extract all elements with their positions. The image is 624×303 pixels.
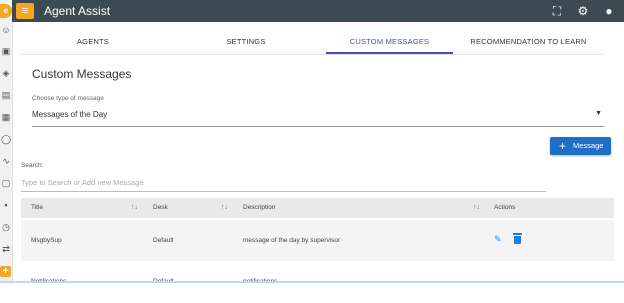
translate-icon[interactable]: ⇄ [1,244,11,254]
top-bar: ≡ Agent Assist ⛶ ⚙ ● [12,0,624,22]
paint-bucket-icon[interactable]: ◈ [1,68,11,78]
add-message-button[interactable]: + Message [550,137,611,155]
app-title: Agent Assist [44,4,111,18]
fullscreen-icon[interactable]: ⛶ [549,3,565,19]
sort-icon[interactable]: ↑↓ [473,198,480,218]
edit-pencil-icon[interactable]: ✎ [494,234,504,244]
tab-agents[interactable]: AGENTS [20,30,166,54]
tab-bar: AGENTS SETTINGS CUSTOM MESSAGES RECOMMEN… [20,30,604,55]
gear-icon[interactable]: ⚙ [575,3,591,19]
column-header-title[interactable]: Title [31,198,43,218]
add-message-button-label: Message [573,141,604,150]
row-desk: Default [153,237,174,244]
dropdown-caret-icon: ▼ [595,110,602,117]
app-logo-icon: e [0,4,12,18]
message-type-select[interactable]: Messages of the Day ▼ [32,107,604,127]
plus-icon: + [559,139,567,153]
sort-icon[interactable]: ↑↓ [131,198,138,218]
tab-recommendation-to-learn[interactable]: RECOMMENDATION TO LEARN [453,30,604,54]
hamburger-menu-icon[interactable]: ≡ [16,3,34,19]
clock-icon[interactable]: ◷ [1,222,11,232]
calendar-icon[interactable]: ▦ [1,112,11,122]
page-title: Custom Messages [32,67,132,81]
column-header-desk[interactable]: Desk [153,198,168,218]
chat-icon[interactable]: ▤ [1,90,11,100]
sort-icon[interactable]: ↑↓ [221,198,228,218]
activity-icon[interactable]: ∿ [1,156,11,166]
smiley-icon[interactable]: ☺ [1,25,11,35]
left-sidebar: e ☺ ▣ ◈ ▤ ▦ ◯ ∿ ▢ ▪ ◷ ⇄ + [0,0,13,283]
row-title: MsgbySup [31,237,62,244]
account-icon[interactable]: ● [601,3,617,19]
search-input[interactable] [21,174,546,192]
column-header-actions: Actions [494,204,516,211]
clipboard-icon[interactable]: ▢ [1,178,11,188]
grid-icon[interactable]: ▪ [1,200,11,210]
tab-custom-messages[interactable]: CUSTOM MESSAGES [326,30,453,54]
table-row[interactable]: MsgbySup Default message of the day by s… [21,220,614,261]
search-label: Search: [21,162,44,169]
message-type-value: Messages of the Day [32,110,108,119]
add-icon[interactable]: + [0,266,11,277]
message-type-label: Choose type of message [32,95,104,102]
delete-trash-icon[interactable] [513,233,522,244]
row-description: message of the day by supervisor [243,237,341,244]
tab-settings[interactable]: SETTINGS [166,30,326,54]
help-circle-icon[interactable]: ◯ [1,134,11,144]
contact-card-icon[interactable]: ▣ [1,46,11,56]
table-header: Title ↑↓ Desk ↑↓ Description ↑↓ Actions [21,198,614,218]
column-header-description[interactable]: Description [243,198,276,218]
